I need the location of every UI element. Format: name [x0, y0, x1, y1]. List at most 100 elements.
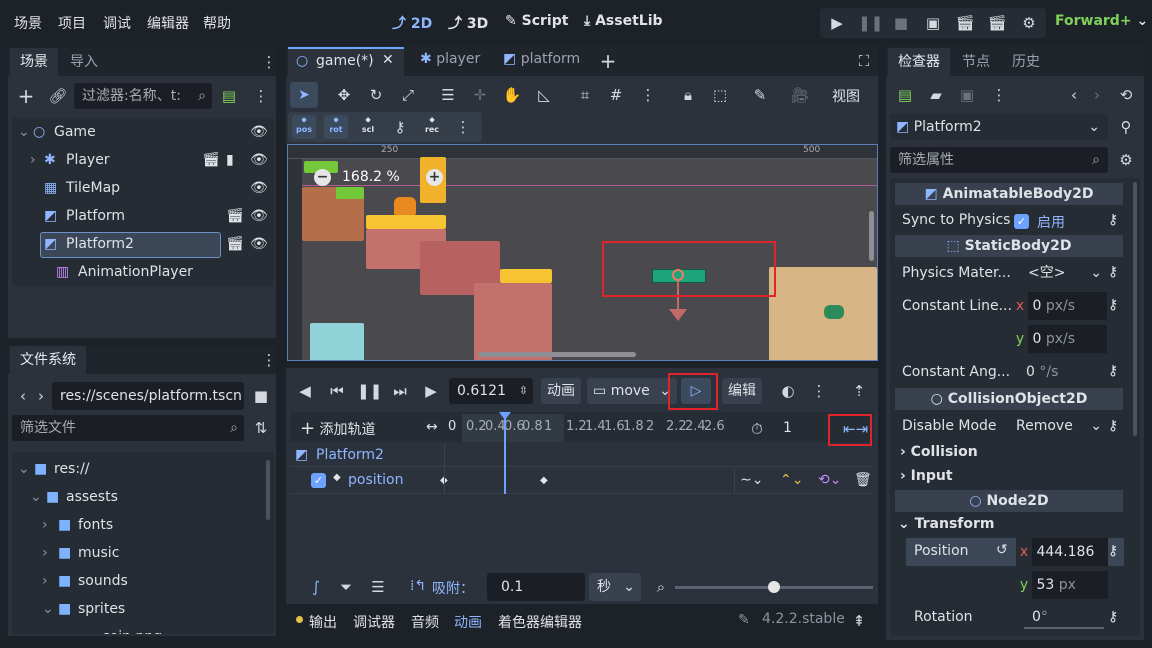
visibility-icon[interactable]: 👁︎: [250, 203, 268, 229]
menu-help[interactable]: 帮助: [203, 13, 231, 33]
zoom-level[interactable]: 168.2 %: [342, 169, 400, 185]
lock-icon[interactable]: 🔒︎: [677, 84, 699, 106]
more-icon[interactable]: ⋮: [258, 51, 280, 73]
pivot-icon[interactable]: ✛: [469, 84, 491, 106]
save-icon[interactable]: ▣: [956, 84, 978, 106]
visibility-icon[interactable]: 👁︎: [250, 175, 268, 201]
more-icon[interactable]: ⋮: [250, 85, 272, 107]
group-collision[interactable]: › Collision: [900, 444, 978, 460]
play-icon[interactable]: ⏭: [389, 380, 411, 402]
visibility-icon[interactable]: 👁︎: [250, 119, 268, 145]
snap-value-input[interactable]: 0.1: [487, 573, 585, 601]
revert-icon[interactable]: ↺: [996, 542, 1008, 558]
tree-item-platform[interactable]: Platform: [66, 203, 125, 229]
pin-icon[interactable]: ⇡: [848, 380, 870, 402]
tab-node[interactable]: 节点: [952, 48, 1000, 76]
collapse-icon[interactable]: ›: [42, 568, 48, 594]
keyframe[interactable]: ◆: [540, 475, 548, 486]
folder-res[interactable]: res://: [54, 456, 90, 482]
interp-icon[interactable]: ∼⌄: [740, 472, 763, 488]
tab-import[interactable]: 导入: [60, 48, 108, 76]
menu-debug[interactable]: 调试: [103, 13, 131, 33]
rotate-icon[interactable]: ↻: [365, 84, 387, 106]
select-tool[interactable]: ➤: [290, 82, 318, 108]
revert-icon[interactable]: ⚷: [1108, 363, 1118, 379]
revert-icon[interactable]: ⚷: [1108, 212, 1118, 228]
snap-icon[interactable]: ⁞↰: [410, 578, 426, 594]
forward-icon[interactable]: ›: [1086, 84, 1108, 106]
move-icon[interactable]: ✥: [333, 84, 355, 106]
snap-unit-select[interactable]: 秒 ⌄: [589, 573, 641, 601]
track-checkbox[interactable]: ✓: [311, 473, 326, 488]
workspace-2d[interactable]: ⤴ 2D: [392, 13, 432, 33]
file-coin[interactable]: coin.png: [102, 624, 162, 634]
movie-maker-icon[interactable]: ⚙: [1018, 12, 1040, 34]
constant-angular-value[interactable]: 0 °/s: [1018, 360, 1106, 384]
disable-mode-select[interactable]: Remove ⌄: [1010, 414, 1106, 438]
more-icon[interactable]: ⋮: [452, 116, 474, 138]
folder-sprites[interactable]: sprites: [78, 596, 125, 622]
folder-sounds[interactable]: sounds: [78, 568, 128, 594]
group-icon[interactable]: ⬚: [709, 84, 731, 106]
list-icon[interactable]: ☰: [367, 576, 389, 598]
menu-project[interactable]: 项目: [58, 13, 86, 33]
sync-checkbox[interactable]: ✓: [1014, 214, 1029, 229]
animation-menu[interactable]: 动画: [541, 378, 581, 404]
ruler-icon[interactable]: ◺: [533, 84, 555, 106]
section-collisionobject2d[interactable]: ○ CollisionObject2D: [895, 388, 1123, 410]
expand-panel-icon[interactable]: ⇞: [848, 610, 870, 632]
close-icon[interactable]: ✕: [382, 52, 394, 68]
bezier-icon[interactable]: ∫: [305, 576, 327, 598]
loop-wrap-icon[interactable]: ⟲⌄: [818, 472, 841, 488]
expand-icon[interactable]: ⌄: [42, 596, 54, 622]
list-select-icon[interactable]: ☰: [437, 84, 459, 106]
tree-item-player[interactable]: Player: [66, 147, 110, 173]
clapper-icon[interactable]: 🎬︎: [226, 203, 244, 229]
timeline-zoom-icon[interactable]: ↔: [426, 419, 438, 435]
pos-key-toggle[interactable]: ⬥ pos: [292, 115, 316, 139]
group-input[interactable]: › Input: [900, 468, 953, 484]
scale-icon[interactable]: ⤢: [397, 84, 419, 106]
workspace-3d[interactable]: ⤴ 3D: [448, 13, 488, 33]
tab-platform[interactable]: ◩ platform: [503, 51, 580, 67]
property-settings-icon[interactable]: ⚙: [1115, 149, 1137, 171]
file-filter-input[interactable]: 筛选文件 ⌕: [12, 415, 244, 441]
visibility-icon[interactable]: 👁︎: [250, 231, 268, 257]
path-input[interactable]: res://scenes/platform.tscn: [52, 382, 244, 410]
attach-script-icon[interactable]: ▤: [218, 85, 240, 107]
physics-material-value[interactable]: <空> ⌄: [1018, 261, 1106, 285]
workspace-script[interactable]: ✎ Script: [505, 13, 568, 29]
tab-scene[interactable]: 场景: [10, 48, 58, 76]
rotation-value[interactable]: 0°: [1024, 605, 1104, 629]
pause-icon[interactable]: ❚❚: [858, 12, 883, 34]
more-icon[interactable]: ⋮: [988, 84, 1010, 106]
folder-fonts[interactable]: fonts: [78, 512, 113, 538]
tree-item-animationplayer[interactable]: AnimationPlayer: [78, 259, 193, 285]
rec-key-toggle[interactable]: ⬥ rec: [420, 115, 444, 139]
timeline-ruler[interactable]: 0 0.2 0.4 0.6 0.8 1 1.2 1.4 1.6 1.8 2 2.…: [444, 414, 734, 442]
key-icon[interactable]: ⚷: [389, 116, 411, 138]
zoom-in-icon[interactable]: +: [426, 169, 443, 186]
pause-icon[interactable]: ❚❚: [357, 380, 382, 402]
scl-key-toggle[interactable]: ⬥ scl: [356, 115, 380, 139]
update-mode-icon[interactable]: ⌃⌄: [780, 472, 803, 488]
tree-item-platform2[interactable]: Platform2: [66, 231, 134, 257]
smart-snap-icon[interactable]: ⌗: [574, 84, 596, 106]
track-property[interactable]: position: [348, 472, 403, 488]
grid-snap-icon[interactable]: #: [605, 84, 627, 106]
revert-icon[interactable]: ⚷: [1108, 418, 1118, 434]
more-icon[interactable]: ⋮: [808, 380, 830, 402]
playhead[interactable]: [504, 414, 506, 494]
more-icon[interactable]: ⋮: [637, 84, 659, 106]
menu-editor[interactable]: 编辑器: [147, 13, 189, 33]
more-icon[interactable]: ⋮: [258, 349, 280, 371]
property-filter-input[interactable]: 筛选属性 ⌕: [890, 147, 1108, 173]
edit-menu[interactable]: 编辑: [722, 378, 762, 404]
forward-icon[interactable]: ›: [30, 385, 52, 407]
menu-scene[interactable]: 场景: [14, 13, 42, 33]
open-folder-icon[interactable]: ▰: [925, 84, 947, 106]
play-icon[interactable]: ▶: [826, 12, 848, 34]
zoom-slider-handle[interactable]: [768, 581, 780, 593]
section-node2d[interactable]: ○ Node2D: [895, 490, 1123, 512]
remote-debug-icon[interactable]: ▣: [922, 12, 944, 34]
